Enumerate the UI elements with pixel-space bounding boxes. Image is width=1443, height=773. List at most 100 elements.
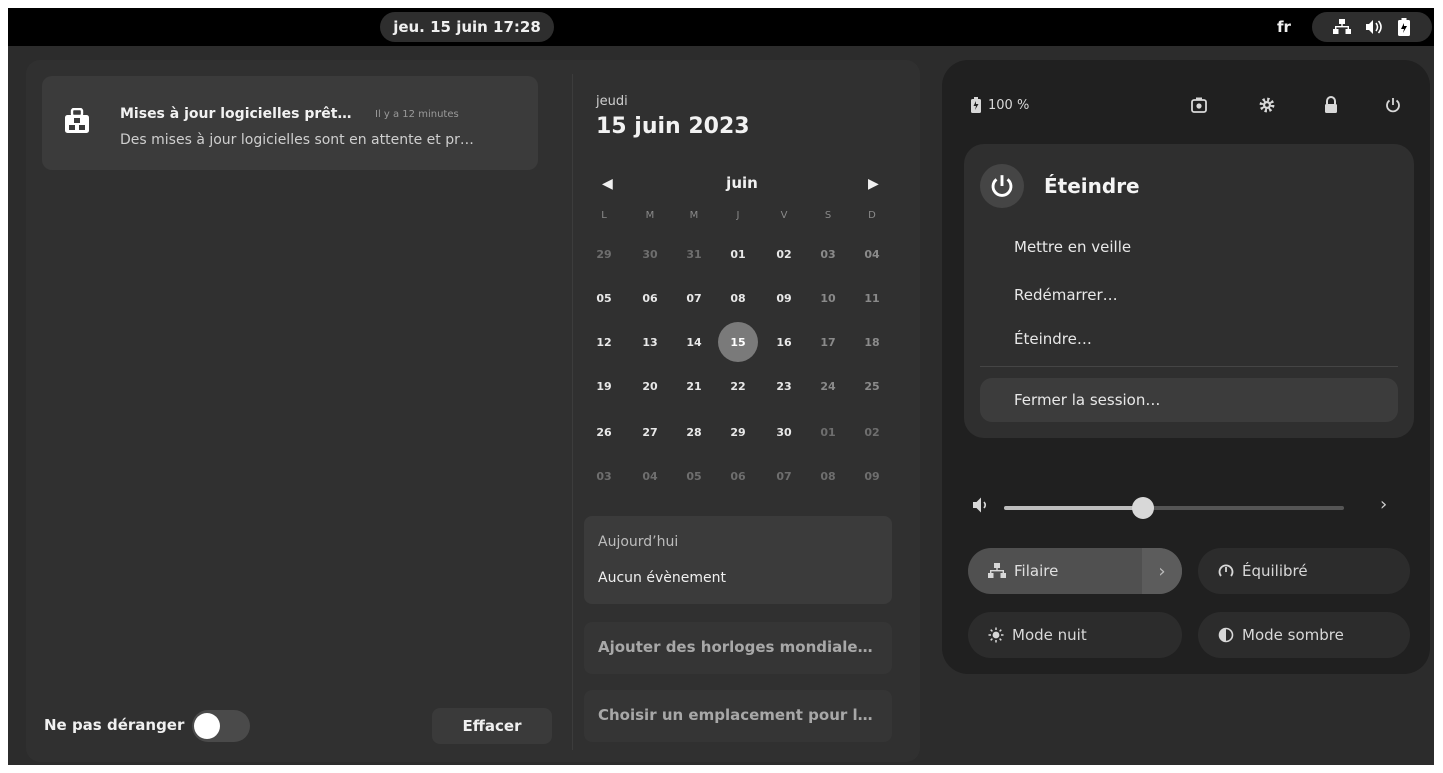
- settings-button[interactable]: [1248, 86, 1286, 124]
- night-light-toggle[interactable]: Mode nuit: [968, 612, 1182, 658]
- calendar-day[interactable]: 28: [674, 412, 714, 452]
- calendar-day[interactable]: 06: [630, 278, 670, 318]
- calendar-day[interactable]: 29: [718, 412, 758, 452]
- lock-button[interactable]: [1312, 86, 1350, 124]
- calendar-day[interactable]: 22: [718, 366, 758, 406]
- calendar-weekday[interactable]: jeudi: [596, 94, 628, 109]
- calendar-day[interactable]: 07: [674, 278, 714, 318]
- chevron-right-icon[interactable]: ›: [1142, 548, 1182, 594]
- software-bag-icon: [64, 108, 90, 134]
- calendar-day[interactable]: 21: [674, 366, 714, 406]
- network-wired-icon: [1333, 19, 1351, 35]
- calendar-day[interactable]: 27: [630, 412, 670, 452]
- calendar-day[interactable]: 16: [764, 322, 804, 362]
- calendar-day[interactable]: 31: [674, 234, 714, 274]
- message-tray: Mises à jour logicielles prêt… Il y a 12…: [26, 60, 920, 762]
- events-section[interactable]: Aujourd’hui Aucun évènement: [584, 516, 892, 604]
- calendar-day[interactable]: 04: [852, 234, 892, 274]
- power-menu-title: Éteindre: [1044, 174, 1140, 198]
- notification-item[interactable]: Mises à jour logicielles prêt… Il y a 12…: [42, 76, 538, 170]
- restart-item[interactable]: Redémarrer…: [1014, 286, 1118, 304]
- log-out-item[interactable]: Fermer la session…: [980, 378, 1398, 422]
- weather-location-button[interactable]: Choisir un emplacement pour l…: [584, 690, 892, 742]
- calendar-day[interactable]: 24: [808, 366, 848, 406]
- calendar-day[interactable]: 09: [852, 456, 892, 496]
- calendar-day[interactable]: 02: [764, 234, 804, 274]
- calendar-day[interactable]: 23: [764, 366, 804, 406]
- calendar-day[interactable]: 05: [674, 456, 714, 496]
- volume-slider-handle[interactable]: [1132, 497, 1155, 519]
- settings-icon: [1258, 96, 1276, 114]
- calendar-day[interactable]: 26: [584, 412, 624, 452]
- power-profile-balanced-icon: [1218, 563, 1234, 579]
- dark-mode-toggle[interactable]: Mode sombre: [1198, 612, 1410, 658]
- calendar-day[interactable]: 05: [584, 278, 624, 318]
- calendar-day[interactable]: 03: [584, 456, 624, 496]
- power-icon: [980, 164, 1024, 208]
- lock-icon: [1323, 96, 1339, 114]
- battery-status: 100 %: [970, 90, 1060, 120]
- weekday-header: S: [824, 210, 832, 221]
- wired-network-toggle[interactable]: Filaire ›: [968, 548, 1182, 594]
- calendar-day[interactable]: 01: [808, 412, 848, 452]
- calendar-day[interactable]: 06: [718, 456, 758, 496]
- power-menu-button[interactable]: [1374, 86, 1412, 124]
- calendar-day[interactable]: 30: [630, 234, 670, 274]
- toggle-knob: [194, 713, 220, 739]
- dnd-toggle[interactable]: [192, 710, 250, 742]
- volume-slider[interactable]: [1004, 497, 1344, 519]
- calendar-day[interactable]: 07: [764, 456, 804, 496]
- suspend-item[interactable]: Mettre en veille: [1014, 238, 1131, 256]
- volume-icon: [1365, 19, 1383, 35]
- volume-icon: [972, 496, 992, 514]
- calendar-day[interactable]: 13: [630, 322, 670, 362]
- world-clocks-button[interactable]: Ajouter des horloges mondiale…: [584, 622, 892, 674]
- calendar-day[interactable]: 18: [852, 322, 892, 362]
- calendar-day[interactable]: 14: [674, 322, 714, 362]
- calendar-day[interactable]: 20: [630, 366, 670, 406]
- power-off-item[interactable]: Éteindre…: [1014, 330, 1092, 348]
- menu-separator: [980, 366, 1398, 367]
- weekday-header: D: [868, 210, 876, 221]
- weekday-header: M: [645, 210, 655, 221]
- clear-notifications-button[interactable]: Effacer: [432, 708, 552, 744]
- next-month-icon[interactable]: ▶: [868, 176, 879, 192]
- system-status-menu[interactable]: [1312, 12, 1432, 42]
- calendar-month: juin: [726, 174, 758, 192]
- weekday-header: J: [736, 210, 740, 221]
- calendar-day[interactable]: 19: [584, 366, 624, 406]
- calendar-day[interactable]: 01: [718, 234, 758, 274]
- screenshot-icon: [1190, 96, 1208, 114]
- screenshot-button[interactable]: [1180, 86, 1218, 124]
- calendar-day[interactable]: 25: [852, 366, 892, 406]
- weekday-header: L: [601, 210, 607, 221]
- network-wired-icon: [988, 563, 1006, 579]
- calendar-day[interactable]: 10: [808, 278, 848, 318]
- calendar-day[interactable]: 30: [764, 412, 804, 452]
- calendar-day[interactable]: 02: [852, 412, 892, 452]
- power-profile-toggle[interactable]: Équilibré: [1198, 548, 1410, 594]
- calendar-day[interactable]: 03: [808, 234, 848, 274]
- calendar-day[interactable]: 15: [718, 322, 758, 362]
- weekday-header: M: [689, 210, 699, 221]
- calendar-day[interactable]: 08: [808, 456, 848, 496]
- calendar-day[interactable]: 29: [584, 234, 624, 274]
- power-off-menu: Éteindre Mettre en veille Redémarrer… Ét…: [964, 144, 1414, 438]
- calendar-full-date[interactable]: 15 juin 2023: [596, 114, 750, 139]
- calendar-day[interactable]: 17: [808, 322, 848, 362]
- calendar-day[interactable]: 12: [584, 322, 624, 362]
- dark-mode-icon: [1218, 627, 1234, 643]
- notification-time: Il y a 12 minutes: [375, 109, 459, 120]
- night-light-icon: [988, 627, 1004, 643]
- notification-body: Des mises à jour logicielles sont en att…: [120, 132, 474, 148]
- power-icon: [1384, 96, 1402, 114]
- volume-menu-arrow-icon[interactable]: ›: [1380, 494, 1387, 515]
- clock-button[interactable]: jeu. 15 juin 17:28: [380, 12, 554, 42]
- keyboard-layout-indicator[interactable]: fr: [1266, 12, 1302, 42]
- previous-month-icon[interactable]: ◀: [602, 176, 613, 192]
- calendar-day[interactable]: 04: [630, 456, 670, 496]
- calendar-day[interactable]: 09: [764, 278, 804, 318]
- calendar-day[interactable]: 11: [852, 278, 892, 318]
- calendar-day[interactable]: 08: [718, 278, 758, 318]
- events-text: Aucun évènement: [598, 570, 726, 586]
